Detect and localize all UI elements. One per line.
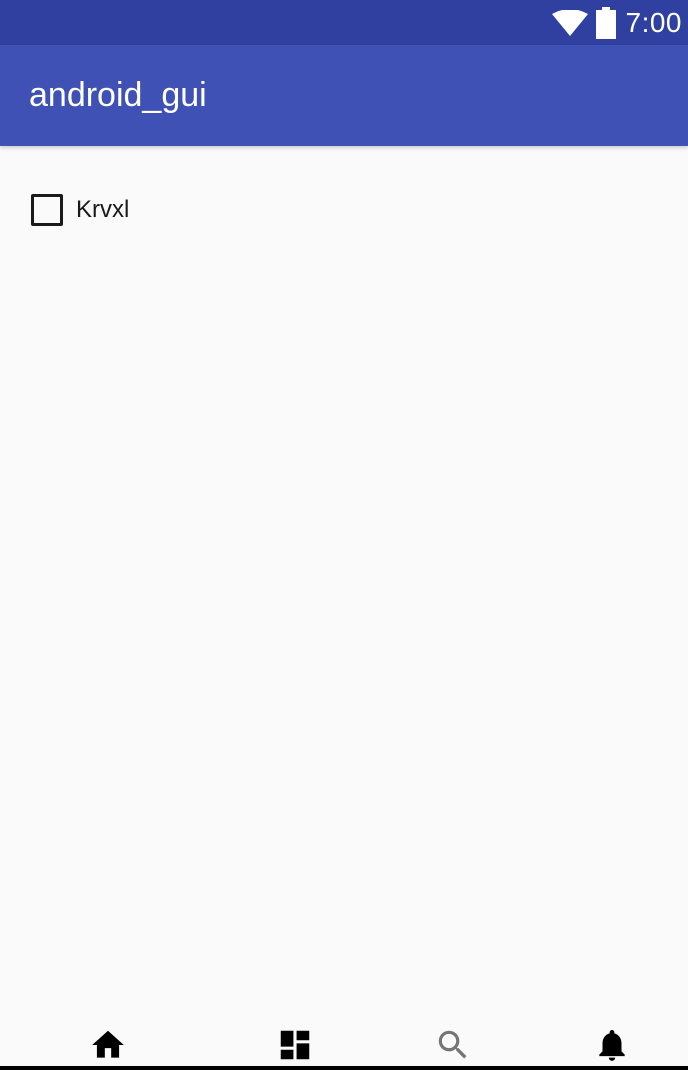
notifications-icon bbox=[599, 1029, 625, 1061]
status-clock: 7:00 bbox=[625, 7, 682, 38]
search-icon bbox=[438, 1030, 467, 1059]
nav-item-home[interactable] bbox=[22, 1016, 194, 1066]
checkbox-box[interactable] bbox=[31, 194, 63, 226]
nav-item-notifications[interactable] bbox=[526, 1016, 688, 1066]
bottom-navigation bbox=[0, 1016, 688, 1066]
home-icon bbox=[92, 1030, 124, 1058]
app-title: android_gui bbox=[29, 76, 207, 114]
nav-item-dashboard[interactable] bbox=[209, 1016, 381, 1066]
status-bar: 7:00 bbox=[0, 0, 688, 45]
wifi-icon bbox=[551, 9, 588, 36]
navigation-divider bbox=[0, 1066, 688, 1070]
screen: 7:00 android_gui Krvxl bbox=[0, 0, 688, 1070]
battery-icon bbox=[595, 6, 616, 39]
main-content: Krvxl bbox=[0, 146, 688, 1016]
app-bar: android_gui bbox=[0, 45, 688, 146]
dashboard-icon bbox=[280, 1030, 310, 1060]
nav-item-search[interactable] bbox=[367, 1016, 539, 1066]
checkbox-krvxl[interactable]: Krvxl bbox=[24, 184, 129, 236]
checkbox-label: Krvxl bbox=[76, 196, 130, 223]
